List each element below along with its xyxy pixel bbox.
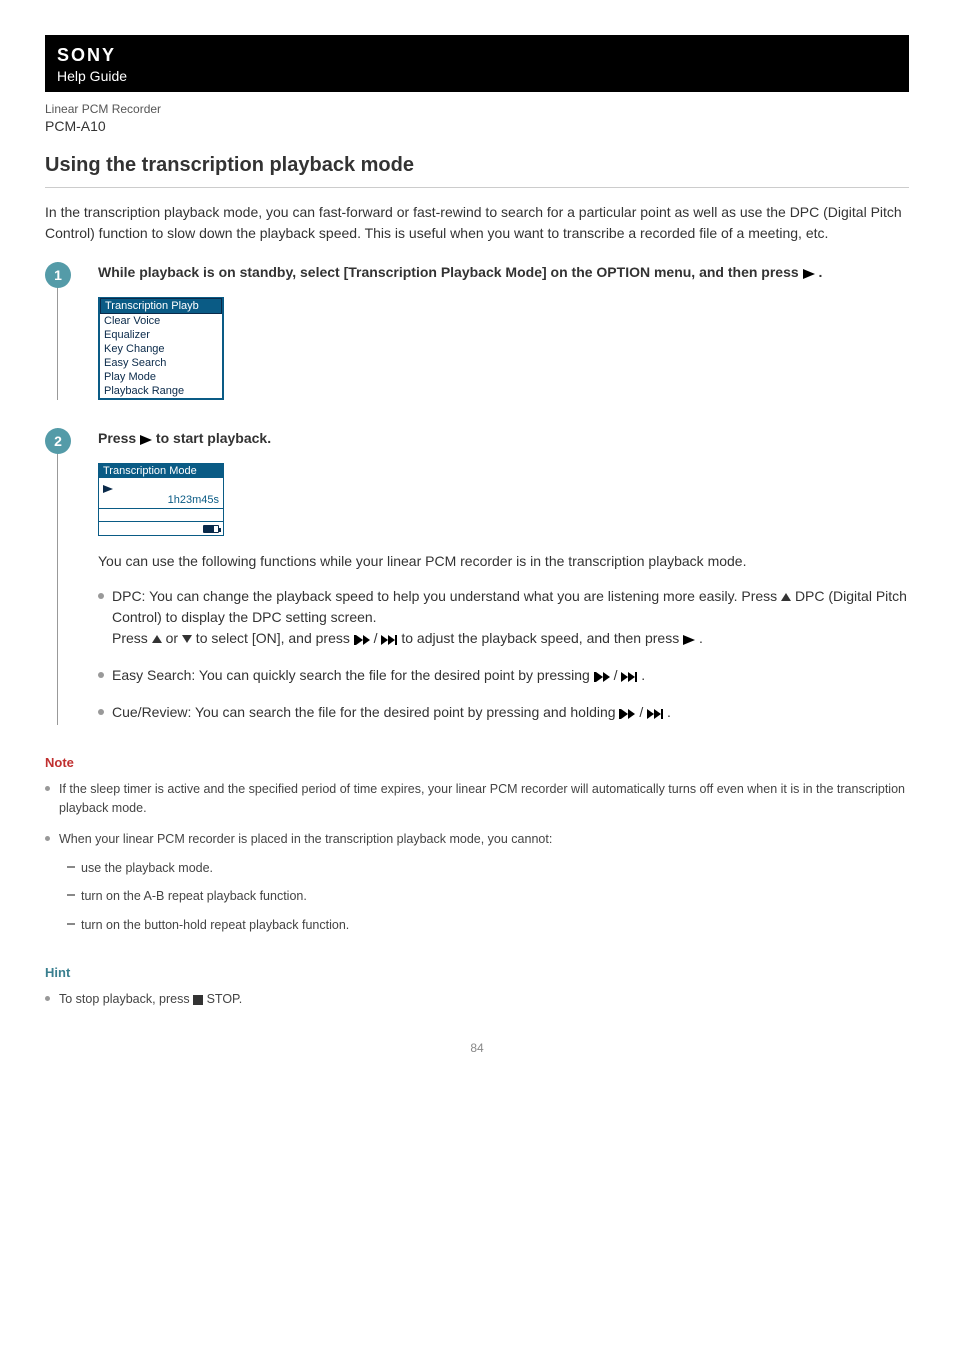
help-guide-label: Help Guide bbox=[57, 68, 897, 84]
product-line: Linear PCM Recorder bbox=[45, 102, 909, 116]
step-1: 1 While playback is on standby, select [… bbox=[57, 262, 909, 400]
note-item-text: When your linear PCM recorder is placed … bbox=[59, 832, 552, 846]
step-2-title-a: Press bbox=[98, 430, 140, 446]
step-number-badge: 2 bbox=[45, 428, 71, 454]
step-2-title-b: to start playback. bbox=[152, 430, 271, 446]
note-list: If the sleep timer is active and the spe… bbox=[45, 780, 909, 935]
next-icon bbox=[381, 630, 397, 651]
step-1-title-b: . bbox=[815, 264, 823, 280]
step-2: 2 Press to start playback. Transcription… bbox=[57, 428, 909, 725]
menu-row: Playback Range bbox=[100, 384, 222, 398]
step-2-body: You can use the following functions whil… bbox=[98, 550, 909, 725]
note-sublist: use the playback mode. turn on the A-B r… bbox=[67, 859, 909, 935]
intro-paragraph: In the transcription playback mode, you … bbox=[45, 202, 909, 244]
cue-text-a: Cue/Review: You can search the file for … bbox=[112, 704, 619, 720]
dpc-text-a: DPC: You can change the playback speed t… bbox=[112, 588, 781, 604]
dpc-text-c3: to select [ON], and press bbox=[192, 630, 354, 646]
dpc-text-c2: or bbox=[162, 630, 182, 646]
easy-text-b: / bbox=[610, 667, 622, 683]
play-icon bbox=[103, 480, 113, 496]
menu-row: Key Change bbox=[100, 342, 222, 356]
page-number: 84 bbox=[45, 1041, 909, 1055]
dpc-text-c1: Press bbox=[112, 630, 152, 646]
screen-progress-area bbox=[103, 511, 219, 519]
menu-row: Easy Search bbox=[100, 356, 222, 370]
note-block: Note If the sleep timer is active and th… bbox=[45, 755, 909, 935]
next-icon bbox=[647, 704, 663, 725]
note-heading: Note bbox=[45, 755, 909, 770]
dpc-text-c6: . bbox=[695, 630, 703, 646]
dpc-text-c4: / bbox=[370, 630, 382, 646]
device-playback-screenshot: Transcription Mode 1h23m45s bbox=[98, 463, 224, 536]
menu-row: Play Mode bbox=[100, 370, 222, 384]
function-cue-review: Cue/Review: You can search the file for … bbox=[98, 702, 909, 725]
function-easy-search: Easy Search: You can quickly search the … bbox=[98, 665, 909, 688]
menu-row: Equalizer bbox=[100, 328, 222, 342]
note-subitem: turn on the button-hold repeat playback … bbox=[67, 916, 909, 935]
hint-heading: Hint bbox=[45, 965, 909, 980]
dpc-text-c5: to adjust the playback speed, and then p… bbox=[401, 630, 683, 646]
prev-icon bbox=[594, 667, 610, 688]
hint-text-b: STOP. bbox=[203, 992, 242, 1006]
page-title: Using the transcription playback mode bbox=[45, 154, 909, 188]
menu-row: Clear Voice bbox=[100, 314, 222, 328]
prev-icon bbox=[354, 630, 370, 651]
note-subitem: turn on the A-B repeat playback function… bbox=[67, 887, 909, 906]
step-1-title-a: While playback is on standby, select [Tr… bbox=[98, 264, 803, 280]
header-bar: SONY Help Guide bbox=[45, 35, 909, 92]
down-icon bbox=[182, 635, 192, 643]
screen-title: Transcription Mode bbox=[99, 464, 223, 478]
cue-text-b: / bbox=[635, 704, 647, 720]
note-subitem: use the playback mode. bbox=[67, 859, 909, 878]
play-icon bbox=[140, 430, 152, 451]
up-icon bbox=[781, 593, 791, 601]
brand-logo: SONY bbox=[57, 45, 897, 66]
play-icon bbox=[803, 264, 815, 285]
prev-icon bbox=[619, 704, 635, 725]
step-number-badge: 1 bbox=[45, 262, 71, 288]
function-dpc: DPC: You can change the playback speed t… bbox=[98, 586, 909, 651]
play-icon bbox=[683, 630, 695, 651]
screen-footer bbox=[99, 521, 223, 535]
up-icon bbox=[152, 635, 162, 643]
menu-row-selected: Transcription Playb bbox=[100, 298, 222, 314]
hint-item: To stop playback, press STOP. bbox=[45, 990, 909, 1011]
screen-mid bbox=[99, 478, 223, 494]
device-menu-screenshot: Transcription Playb Clear Voice Equalize… bbox=[98, 297, 224, 400]
hint-text-a: To stop playback, press bbox=[59, 992, 193, 1006]
product-model: PCM-A10 bbox=[45, 118, 909, 134]
step-1-title: While playback is on standby, select [Tr… bbox=[98, 262, 909, 285]
step-2-title: Press to start playback. bbox=[98, 428, 909, 451]
battery-icon bbox=[203, 525, 219, 533]
easy-text-a: Easy Search: You can quickly search the … bbox=[112, 667, 594, 683]
easy-text-c: . bbox=[637, 667, 645, 683]
hint-block: Hint To stop playback, press STOP. bbox=[45, 965, 909, 1011]
cue-text-c: . bbox=[667, 704, 671, 720]
screen-time: 1h23m45s bbox=[99, 494, 223, 509]
stop-icon bbox=[193, 992, 203, 1011]
note-item: If the sleep timer is active and the spe… bbox=[45, 780, 909, 818]
note-item: When your linear PCM recorder is placed … bbox=[45, 830, 909, 935]
next-icon bbox=[621, 667, 637, 688]
function-list: DPC: You can change the playback speed t… bbox=[98, 586, 909, 725]
hint-list: To stop playback, press STOP. bbox=[45, 990, 909, 1011]
step-2-body-intro: You can use the following functions whil… bbox=[98, 550, 909, 572]
